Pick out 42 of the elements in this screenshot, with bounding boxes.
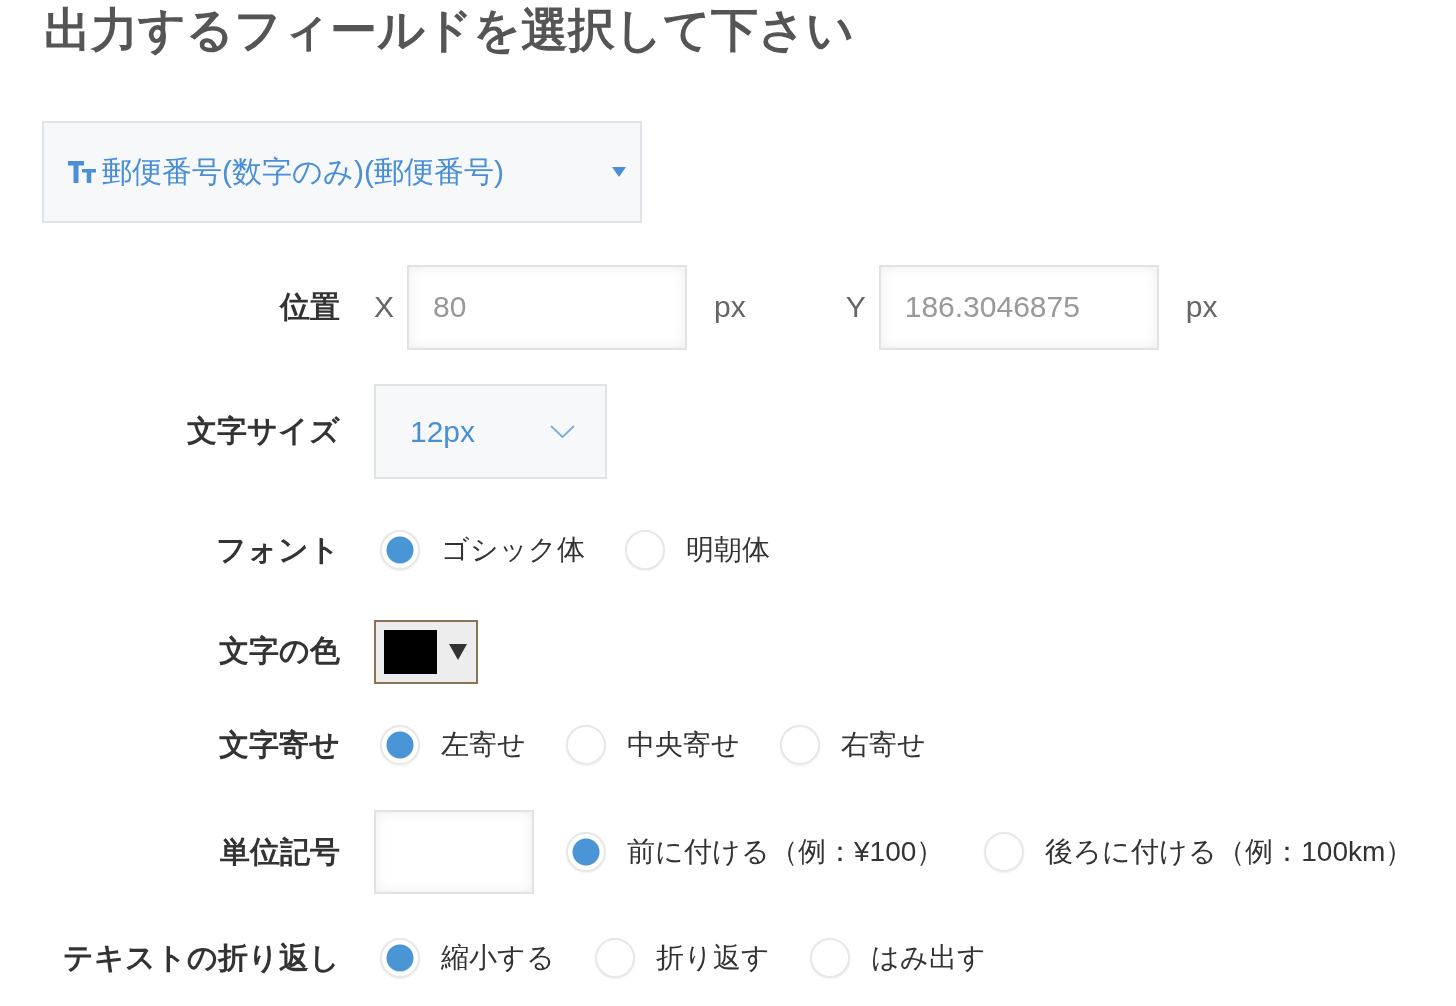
- page-title: 出力するフィールドを選択して下さい: [44, 2, 854, 58]
- option-label: 明朝体: [686, 533, 770, 567]
- option-label: ゴシック体: [441, 533, 585, 567]
- setting-label: テキストの折り返し: [63, 939, 340, 976]
- radio-button[interactable]: [984, 832, 1025, 872]
- option-label: 縮小する: [441, 941, 555, 975]
- text-input[interactable]: 186.3046875: [878, 264, 1159, 350]
- text-input[interactable]: 80: [407, 264, 687, 350]
- option-label: 中央寄せ: [627, 728, 740, 762]
- radio-button[interactable]: [380, 938, 420, 978]
- setting-label: 文字の色: [219, 633, 340, 669]
- caret-icon: [449, 643, 467, 660]
- unit-label: px: [1185, 290, 1218, 324]
- field-select[interactable]: 郵便番号(数字のみ)(郵便番号): [42, 121, 642, 223]
- radio-button[interactable]: [625, 530, 665, 570]
- setting-label: 文字サイズ: [187, 413, 340, 449]
- text-input[interactable]: [374, 810, 534, 894]
- radio-button[interactable]: [780, 725, 820, 765]
- radio-button[interactable]: [380, 725, 420, 765]
- caret-icon: [612, 167, 626, 177]
- option-label: 折り返す: [656, 941, 770, 975]
- option-label: 左寄せ: [441, 728, 526, 762]
- option-label: はみ出す: [871, 941, 986, 975]
- option-label: 後ろに付ける（例：100km）: [1045, 835, 1414, 869]
- axis-label: X: [374, 290, 394, 324]
- unit-label: px: [714, 290, 746, 324]
- setting-label: 位置: [280, 288, 340, 325]
- radio-button[interactable]: [566, 832, 606, 872]
- color-picker[interactable]: [374, 619, 478, 684]
- text-type-icon: [68, 161, 96, 183]
- radio-button[interactable]: [566, 725, 606, 765]
- radio-button[interactable]: [810, 938, 850, 978]
- setting-label: 文字寄せ: [219, 726, 340, 763]
- radio-button[interactable]: [595, 938, 635, 978]
- option-label: 前に付ける（例：¥100）: [627, 835, 945, 869]
- option-label: 右寄せ: [841, 728, 926, 762]
- setting-label: 単位記号: [220, 833, 340, 870]
- radio-button[interactable]: [380, 530, 420, 570]
- setting-label: フォント: [216, 531, 340, 568]
- size-select[interactable]: 12px: [374, 384, 607, 479]
- axis-label: Y: [845, 290, 866, 324]
- chevron-down-icon: [550, 425, 575, 438]
